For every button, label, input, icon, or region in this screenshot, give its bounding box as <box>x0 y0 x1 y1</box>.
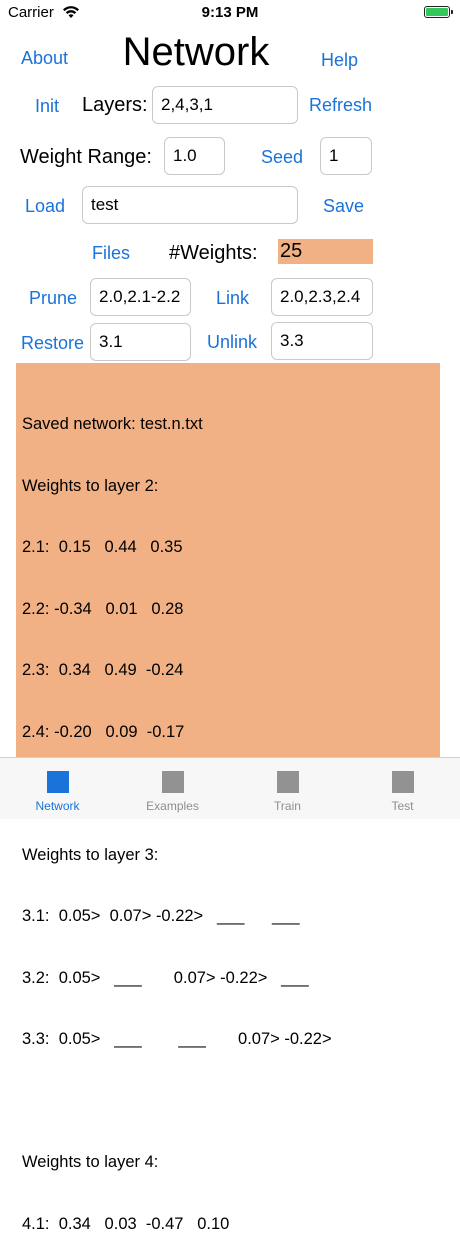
files-button[interactable]: Files <box>92 243 130 264</box>
tab-label: Train <box>274 799 301 813</box>
output-line: 3.3: 0.05> ___ ___ 0.07> -0.22> <box>22 1030 332 1048</box>
network-tab-icon <box>46 771 69 793</box>
weights-count-label: #Weights: <box>169 242 258 264</box>
output-line: Weights to layer 4: <box>22 1153 159 1171</box>
tab-network[interactable]: Network <box>0 758 115 819</box>
tab-test[interactable]: Test <box>345 758 460 819</box>
unlink-input[interactable]: 3.3 <box>271 322 373 360</box>
test-tab-icon <box>391 771 414 793</box>
help-button[interactable]: Help <box>321 50 358 71</box>
weight-range-label: Weight Range: <box>20 146 152 168</box>
tab-label: Network <box>35 799 80 813</box>
network-output-text[interactable]: Saved network: test.n.txt Weights to lay… <box>16 363 440 1233</box>
output-line: 2.1: 0.15 0.44 0.35 <box>22 538 183 556</box>
init-button[interactable]: Init <box>35 96 59 117</box>
weight-range-input[interactable]: 1.0 <box>164 137 225 175</box>
restore-input[interactable]: 3.1 <box>90 323 191 361</box>
prune-button[interactable]: Prune <box>29 288 77 309</box>
output-line: 2.3: 0.34 0.49 -0.24 <box>22 661 184 679</box>
status-bar: Carrier 9:13 PM <box>0 0 460 26</box>
output-line: 2.4: -0.20 0.09 -0.17 <box>22 722 185 741</box>
weights-count-value: 25 <box>278 239 373 264</box>
seed-input[interactable]: 1 <box>320 137 372 175</box>
layers-label: Layers: <box>82 94 148 116</box>
tab-label: Examples <box>146 799 199 813</box>
layers-input[interactable]: 2,4,3,1 <box>152 86 298 124</box>
load-button[interactable]: Load <box>25 196 65 217</box>
restore-button[interactable]: Restore <box>21 333 84 354</box>
seed-button[interactable]: Seed <box>261 147 303 168</box>
output-line: 3.1: 0.05> 0.07> -0.22> ___ ___ <box>22 907 300 925</box>
clock-time: 9:13 PM <box>201 4 259 21</box>
output-line: Weights to layer 2: <box>22 476 159 495</box>
tab-train[interactable]: Train <box>230 758 345 819</box>
link-input[interactable]: 2.0,2.3,2.4 <box>271 278 373 316</box>
filename-input[interactable]: test <box>82 186 298 224</box>
save-button[interactable]: Save <box>323 196 364 217</box>
unlink-button[interactable]: Unlink <box>207 332 257 353</box>
prune-input[interactable]: 2.0,2.1-2.2 <box>90 278 191 316</box>
tab-label: Test <box>391 799 414 813</box>
examples-tab-icon <box>161 771 184 793</box>
tab-examples[interactable]: Examples <box>115 758 230 819</box>
output-line: 4.1: 0.34 0.03 -0.47 0.10 <box>22 1214 230 1233</box>
output-line: 2.2: -0.34 0.01 0.28 <box>22 599 184 618</box>
output-line: Weights to layer 3: <box>22 845 159 864</box>
train-tab-icon <box>276 771 299 793</box>
refresh-button[interactable]: Refresh <box>309 95 372 116</box>
link-button[interactable]: Link <box>216 288 249 309</box>
output-line: 3.2: 0.05> ___ 0.07> -0.22> ___ <box>22 968 309 987</box>
tab-bar: Network Examples Train Test <box>0 757 460 819</box>
battery-icon <box>424 6 453 18</box>
output-line: Saved network: test.n.txt <box>22 415 203 433</box>
